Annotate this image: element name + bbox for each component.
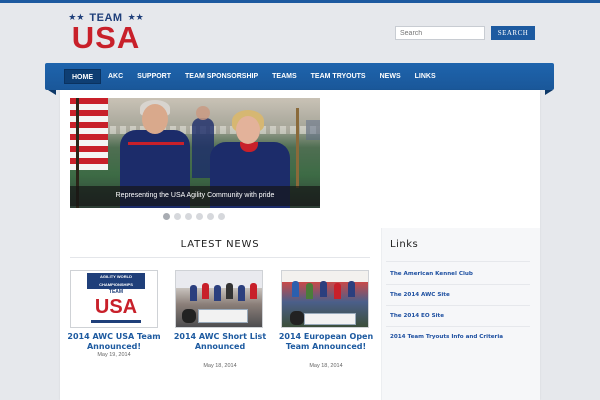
nav-item-links[interactable]: Links	[408, 69, 443, 84]
photo-person	[214, 285, 221, 301]
hero-slider[interactable]: Representing the USA Agility Community w…	[70, 98, 320, 208]
slide-caption: Representing the USA Agility Community w…	[70, 186, 320, 206]
photo-dog	[182, 309, 196, 323]
link-divider	[386, 261, 530, 262]
news-item-title[interactable]: 2014 European Open Team Announced!	[274, 332, 378, 352]
sidebar-link-akc[interactable]: The American Kennel Club	[390, 271, 530, 281]
photo-dog	[290, 311, 304, 325]
photo-person	[292, 281, 299, 297]
photo-person	[334, 283, 341, 299]
photo-banner	[304, 313, 356, 325]
top-accent-bar	[0, 0, 600, 3]
sidebar-link-tryouts[interactable]: 2014 Team Tryouts Info and Criteria	[390, 334, 530, 344]
news-item-date: May 19, 2014	[97, 352, 131, 358]
slider-dot[interactable]	[174, 213, 181, 220]
nav-item-support[interactable]: Support	[130, 69, 178, 84]
news-thumbnail[interactable]	[281, 270, 369, 328]
nav-item-home[interactable]: Home	[64, 69, 101, 84]
photo-person	[202, 283, 209, 299]
heading-divider	[70, 257, 370, 258]
link-divider	[386, 326, 530, 327]
photo-person	[306, 283, 313, 299]
slider-dot[interactable]	[163, 213, 170, 220]
photo-person	[190, 285, 197, 301]
nav-item-team-tryouts[interactable]: Team Tryouts	[304, 69, 373, 84]
main-nav: Home AKC Support Team Sponsorship Teams …	[45, 63, 554, 90]
slider-dot[interactable]	[207, 213, 214, 220]
badge-usa: USA	[94, 296, 138, 318]
link-divider	[386, 305, 530, 306]
ribbon-fold-left	[48, 90, 56, 95]
logo-usa-text: USA	[71, 20, 141, 55]
photo-person	[226, 283, 233, 299]
badge-underline	[91, 320, 141, 323]
team-usa-logo[interactable]: ★★ TEAM ★★ USA	[66, 12, 146, 54]
nav-item-team-sponsorship[interactable]: Team Sponsorship	[178, 69, 265, 84]
photo-banner	[198, 309, 248, 323]
slide-person-left-head	[142, 104, 168, 134]
slide-person-back-head	[196, 106, 210, 120]
flag-pole-right	[296, 108, 299, 188]
news-item-title[interactable]: 2014 AWC Short List Announced	[168, 332, 272, 352]
slider-dot[interactable]	[196, 213, 203, 220]
team-usa-badge-image: AGILITY WORLD CHAMPIONSHIPS TEAM USA	[87, 273, 145, 325]
slide-person-right-head	[236, 116, 260, 144]
news-thumbnail[interactable]	[175, 270, 263, 328]
nav-item-teams[interactable]: Teams	[265, 69, 304, 84]
photo-person	[320, 281, 327, 297]
photo-person	[238, 285, 245, 301]
sidebar-link-awc-site[interactable]: The 2014 AWC Site	[390, 292, 530, 302]
badge-band: AGILITY WORLD CHAMPIONSHIPS	[87, 273, 145, 289]
search-input[interactable]	[395, 26, 485, 40]
sidebar-link-eo-site[interactable]: The 2014 EO Site	[390, 313, 530, 323]
news-item-date: May 18, 2014	[203, 363, 237, 369]
news-thumbnail[interactable]: AGILITY WORLD CHAMPIONSHIPS TEAM USA	[70, 270, 158, 328]
slide-crowd	[306, 120, 320, 140]
slider-pagination	[163, 213, 225, 221]
photo-person	[348, 281, 355, 297]
news-item-title[interactable]: 2014 AWC USA Team Announced!	[62, 332, 166, 352]
news-item-date: May 18, 2014	[309, 363, 343, 369]
link-divider	[386, 284, 530, 285]
ribbon-fold-right	[545, 90, 553, 95]
nav-item-akc[interactable]: AKC	[101, 69, 130, 84]
latest-news-heading: Latest News	[180, 239, 260, 250]
nav-item-news[interactable]: News	[373, 69, 408, 84]
search-button[interactable]: SEARCH	[491, 26, 535, 40]
jacket-stripe	[128, 142, 184, 145]
slider-dot[interactable]	[218, 213, 225, 220]
links-heading: Links	[390, 239, 419, 250]
photo-person	[250, 283, 257, 299]
slider-dot[interactable]	[185, 213, 192, 220]
